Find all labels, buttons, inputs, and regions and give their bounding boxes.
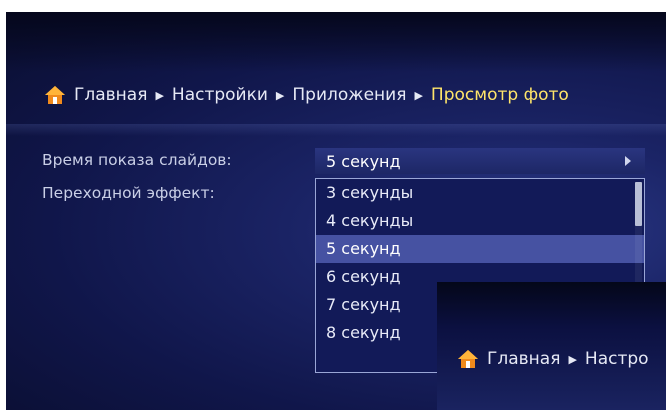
breadcrumb-home[interactable]: Главная (74, 85, 147, 105)
breadcrumb: Главная ▶ Настройки ▶ Приложения ▶ Просм… (44, 80, 569, 110)
slideshow-time-value: 5 секунд (326, 151, 401, 171)
dropdown-option[interactable]: 3 секунды (316, 179, 644, 207)
overlay-breadcrumb-settings: Настро (584, 349, 649, 369)
overlay-breadcrumb-home: Главная (487, 349, 561, 369)
dropdown-option-selected[interactable]: 5 секунд (316, 235, 644, 263)
overlay-breadcrumb: Главная ▶ Настро (457, 344, 649, 374)
slideshow-time-select[interactable]: 5 секунд (315, 148, 645, 174)
breadcrumb-photo-viewer: Просмотр фото (430, 85, 569, 105)
home-icon (458, 350, 478, 368)
breadcrumb-separator-icon: ▶ (155, 88, 164, 102)
breadcrumb-applications[interactable]: Приложения (292, 85, 406, 105)
dropdown-option[interactable]: 4 секунды (316, 207, 644, 235)
header-divider (6, 124, 666, 136)
breadcrumb-settings[interactable]: Настройки (172, 85, 268, 105)
tv-screen: Главная ▶ Настройки ▶ Приложения ▶ Просм… (6, 12, 666, 410)
breadcrumb-separator-icon: ▶ (568, 352, 577, 366)
breadcrumb-separator-icon: ▶ (414, 88, 423, 102)
scrollbar-thumb[interactable] (635, 182, 642, 226)
home-icon (45, 86, 65, 104)
transition-effect-label: Переходной эффект: (42, 184, 215, 202)
breadcrumb-separator-icon: ▶ (275, 88, 285, 102)
slideshow-time-label: Время показа слайдов: (42, 151, 232, 169)
arrow-right-icon (625, 156, 631, 166)
overlay-screen-panel: Главная ▶ Настро (437, 282, 666, 410)
